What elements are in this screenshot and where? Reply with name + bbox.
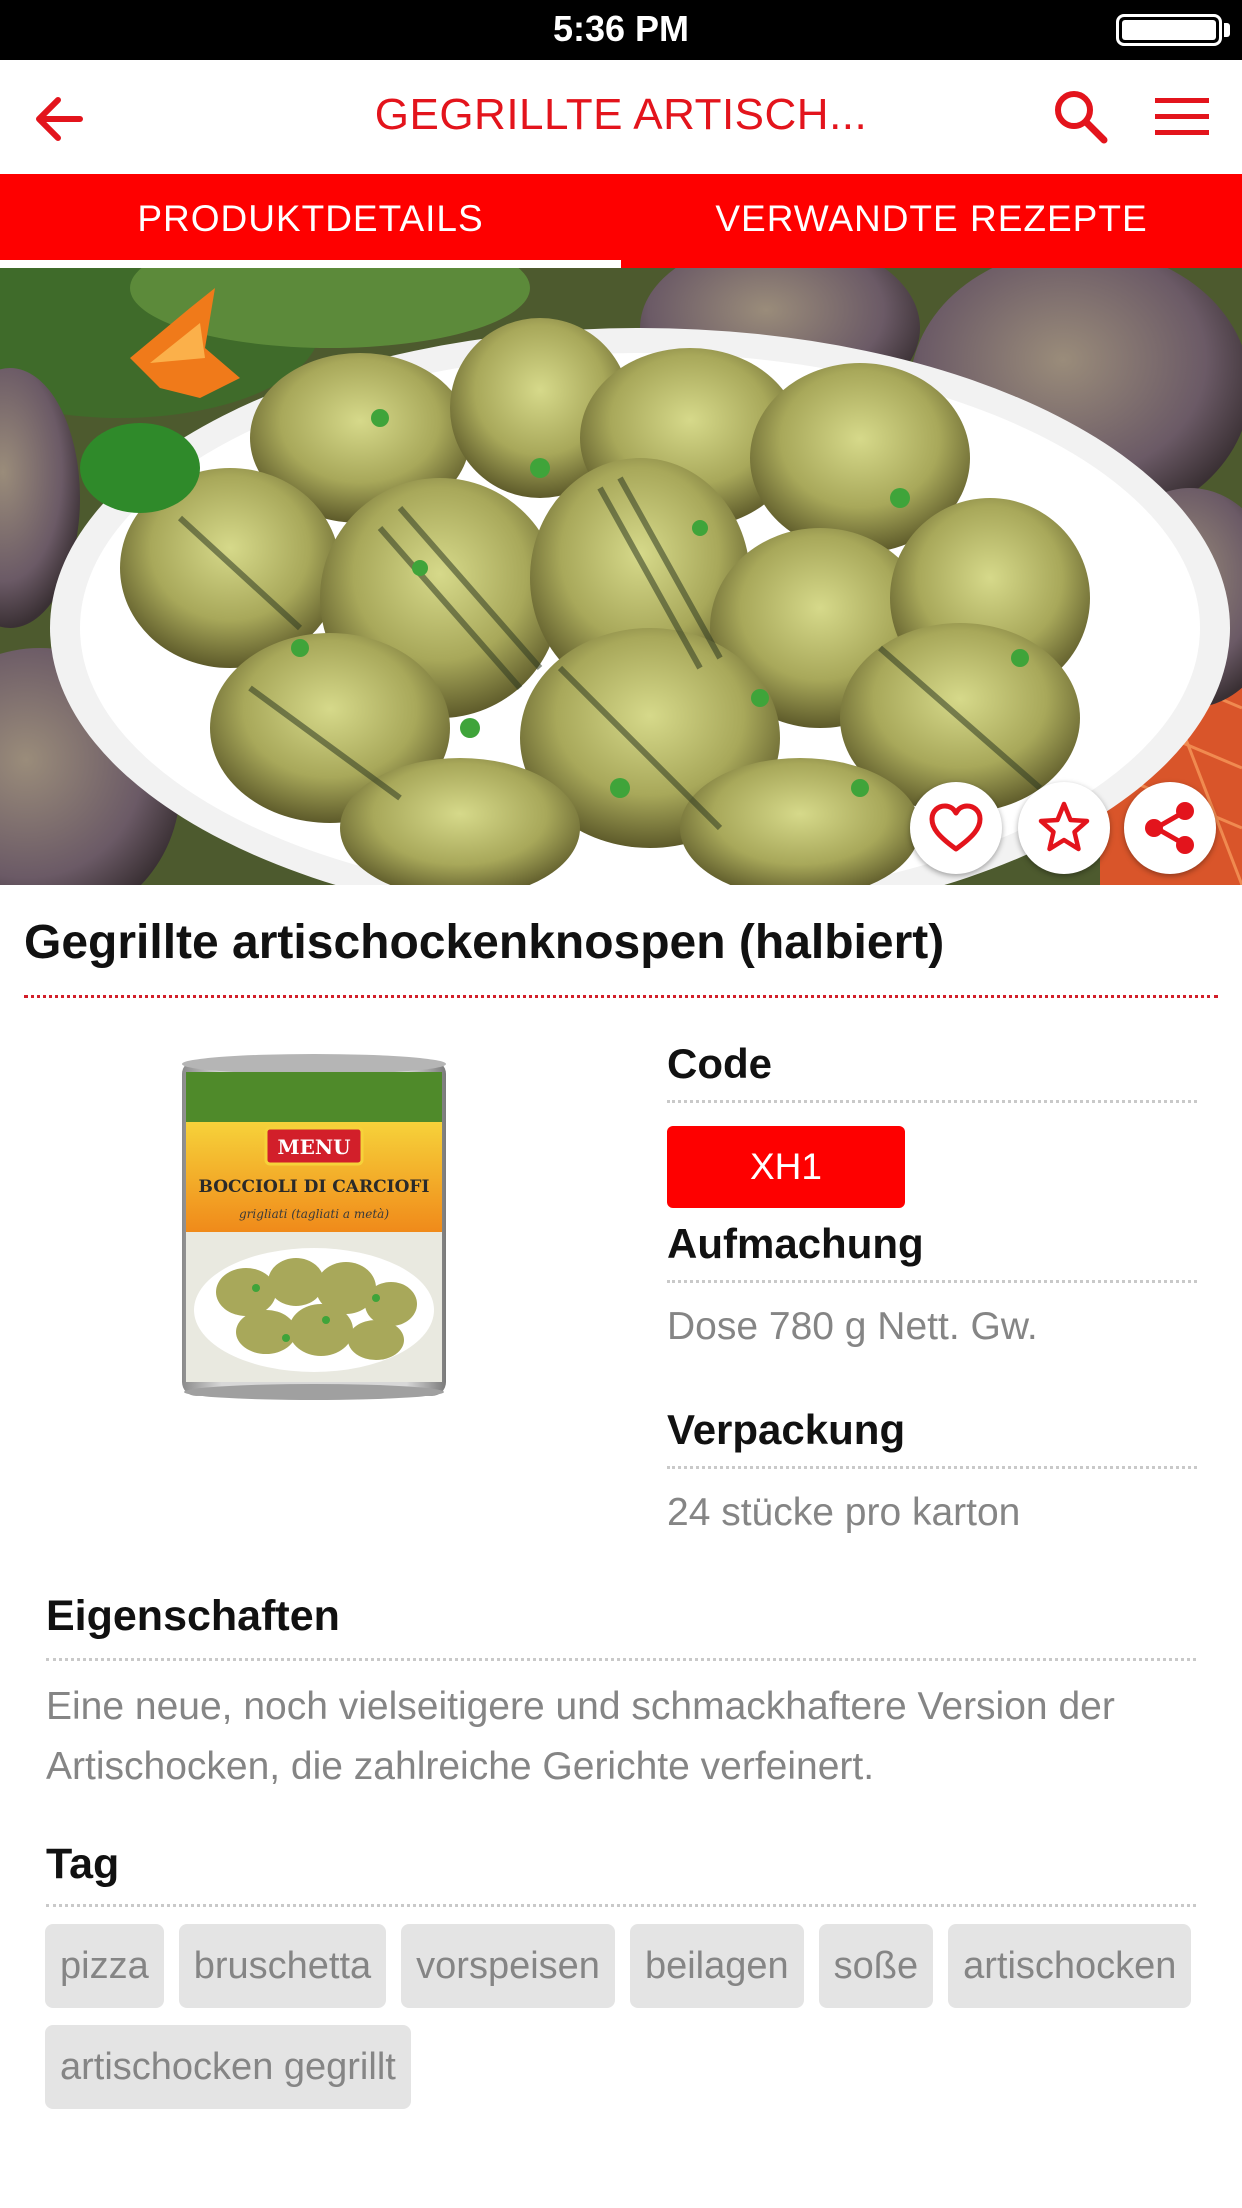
star-button[interactable] <box>1018 782 1110 874</box>
product-title: Gegrillte artischockenknospen (halbiert) <box>24 916 945 969</box>
battery-nub <box>1224 23 1230 37</box>
favorite-button[interactable] <box>910 782 1002 874</box>
tags-divider <box>46 1904 1196 1907</box>
packaging-divider <box>667 1280 1197 1283</box>
share-button[interactable] <box>1124 782 1216 874</box>
battery-icon <box>1116 14 1222 46</box>
status-bar: 5:36 PM <box>0 0 1242 60</box>
code-divider <box>667 1100 1197 1103</box>
share-icon <box>1145 802 1194 854</box>
nav-bar: GEGRILLTE ARTISCH... <box>0 60 1242 174</box>
tag-chip[interactable]: artischocken gegrillt <box>45 2025 411 2109</box>
package-section: Verpackung 24 stücke pro karton <box>667 1406 1197 1535</box>
packaging-section: Aufmachung Dose 780 g Nett. Gw. <box>667 1220 1197 1349</box>
tag-chip[interactable]: pizza <box>45 1924 164 2008</box>
can-product-text: BOCCIOLI DI CARCIOFI <box>199 1177 430 1197</box>
tag-chip[interactable]: soße <box>818 1924 934 2008</box>
packaging-value: Dose 780 g Nett. Gw. <box>667 1305 1038 1348</box>
package-label: Verpackung <box>667 1406 906 1453</box>
tag-chip[interactable]: beilagen <box>629 1924 804 2008</box>
tags-label: Tag <box>46 1840 120 1888</box>
tab-produktdetails[interactable]: PRODUKTDETAILS <box>0 174 621 268</box>
package-value: 24 stücke pro karton <box>667 1491 1021 1534</box>
tab-verwandte-rezepte[interactable]: VERWANDTE REZEPTE <box>621 174 1242 268</box>
tab-bar: PRODUKTDETAILS VERWANDTE REZEPTE <box>0 174 1242 268</box>
status-time: 5:36 PM <box>552 8 690 49</box>
page-title: GEGRILLTE ARTISCH... <box>374 90 868 139</box>
properties-divider <box>46 1658 1196 1661</box>
arrow-left-icon[interactable] <box>28 88 90 150</box>
packaging-label: Aufmachung <box>667 1220 924 1267</box>
hamburger-menu-icon[interactable] <box>1152 92 1212 142</box>
title-divider <box>24 995 1218 998</box>
tag-list: pizza bruschetta vorspeisen beilagen soß… <box>45 1924 1205 2109</box>
product-can-image: MENU BOCCIOLI DI CARCIOFI grigliati (tag… <box>176 1052 452 1404</box>
code-label: Code <box>667 1040 772 1087</box>
tag-chip[interactable]: artischocken <box>948 1924 1192 2008</box>
properties-label: Eigenschaften <box>46 1592 340 1640</box>
heart-icon <box>929 803 983 852</box>
tag-chip[interactable]: vorspeisen <box>401 1924 615 2008</box>
search-icon[interactable] <box>1050 86 1110 146</box>
can-brand-text: MENU <box>277 1135 350 1159</box>
tag-chip[interactable]: bruschetta <box>178 1924 387 2008</box>
star-icon <box>1038 801 1090 852</box>
package-divider <box>667 1466 1197 1469</box>
can-subtitle-text: grigliati (tagliati a metà) <box>239 1207 389 1221</box>
properties-text: Eine neue, noch vielseitigere und schmac… <box>46 1685 1115 1788</box>
code-section: Code <box>667 1040 1197 1103</box>
code-badge: XH1 <box>667 1126 905 1208</box>
